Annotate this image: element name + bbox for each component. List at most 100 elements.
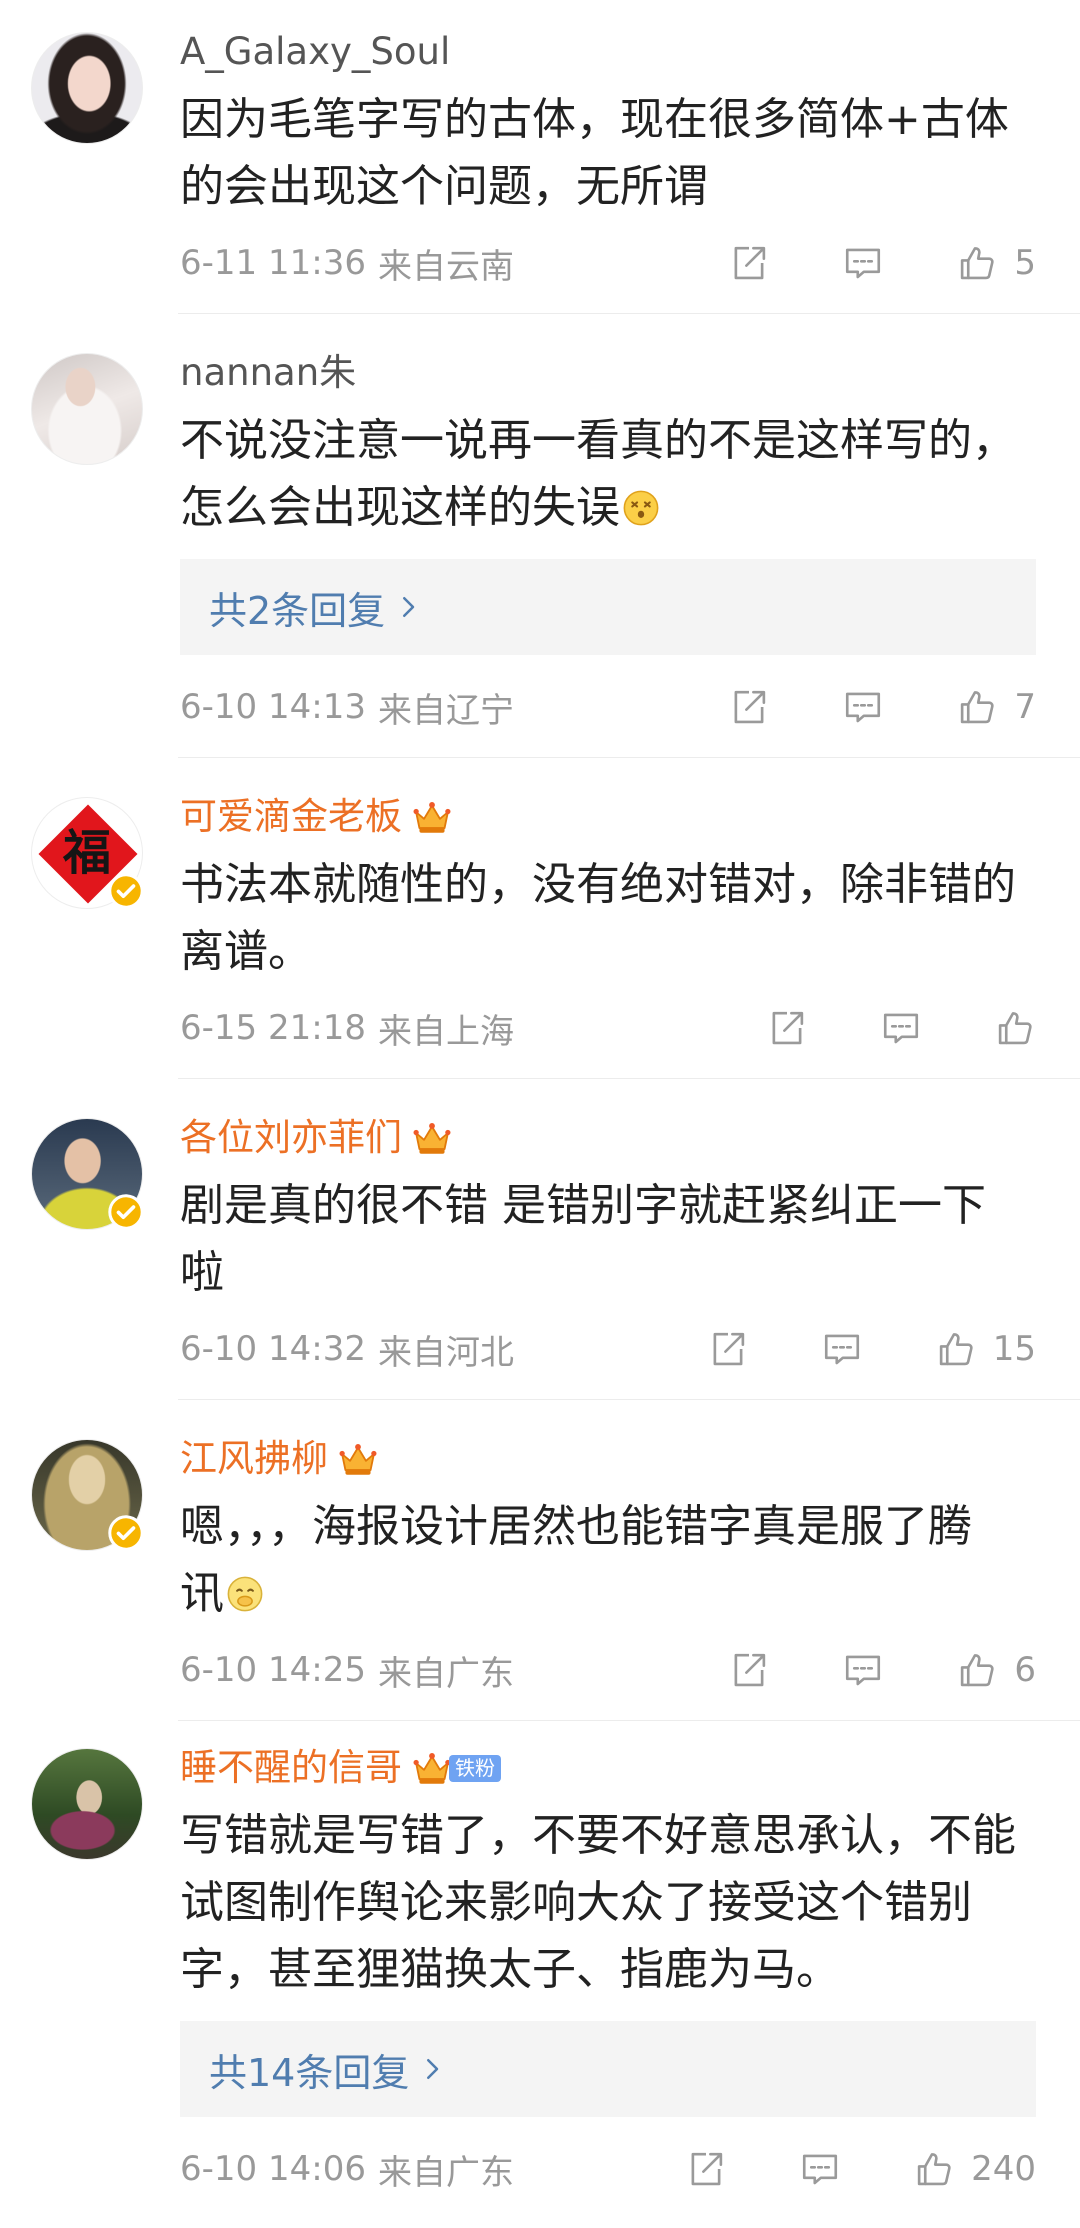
verified-badge-icon — [108, 1515, 144, 1551]
comment-time: 6-11 11:36 — [180, 243, 366, 283]
comment-text: 写错就是写错了，不要不好意思承认，不能 试图制作舆论来影响大众了接受这个错别 字… — [180, 1802, 1036, 2003]
comment-text: 剧是真的很不错 是错别字就赶紧纠正一下 啦 — [180, 1172, 1036, 1306]
comment-text: 不说没注意一说再一看真的不是这样写的， 怎么会出现这样的失误 — [180, 407, 1036, 541]
comment-time: 6-10 14:13 — [180, 687, 366, 727]
fan-badge[interactable]: 铁粉 — [449, 1754, 501, 1782]
comment-text-line: 讯 — [180, 1560, 1036, 1627]
dizzy-face-emoji-icon — [623, 490, 659, 526]
comment-text-line: 因为毛笔字写的古体，现在很多简体+古体 — [180, 94, 1009, 145]
like-button[interactable]: 15 — [935, 1328, 1036, 1370]
share-button[interactable] — [707, 1328, 749, 1370]
comment-item: nannan朱 不说没注意一说再一看真的不是这样写的， 怎么会出现这样的失误 共… — [0, 314, 1080, 757]
comment-header: 江风拂柳 — [180, 1437, 1036, 1481]
comment-icon — [799, 2148, 841, 2190]
comment-header: 各位刘亦菲们 — [180, 1116, 1036, 1160]
comment-icon — [880, 1007, 922, 1049]
vip-crown-icon[interactable] — [338, 1441, 378, 1478]
thumb-up-icon — [956, 686, 998, 728]
like-count: 5 — [1014, 243, 1036, 283]
reply-button[interactable] — [842, 686, 884, 728]
comment-actions: 15 — [707, 1328, 1036, 1370]
like-button[interactable]: 6 — [956, 1649, 1036, 1691]
comment-meta: 6-10 14:06 来自广东 240 — [180, 2147, 1036, 2193]
share-button[interactable] — [685, 2148, 727, 2190]
comment-text-line: 啦 — [180, 1247, 224, 1298]
comment-text-line: 离谱。 — [180, 926, 312, 977]
thumb-up-icon — [935, 1328, 977, 1370]
avatar-image — [31, 32, 143, 144]
comment-item: 睡不醒的信哥 铁粉 写错就是写错了，不要不好意思承认，不能 试图制作舆论来影响大… — [0, 1721, 1080, 2193]
vip-crown-icon[interactable] — [412, 1120, 452, 1157]
like-button[interactable]: 240 — [913, 2148, 1036, 2190]
comment-item: A_Galaxy_Soul 因为毛笔字写的古体，现在很多简体+古体 的会出现这个… — [0, 0, 1080, 313]
share-button[interactable] — [728, 1649, 770, 1691]
share-icon — [728, 1649, 770, 1691]
view-replies-button[interactable]: 共14条回复 — [180, 2021, 1036, 2117]
like-count: 7 — [1014, 687, 1036, 727]
comment-text-line: 字，甚至狸猫换太子、指鹿为马。 — [180, 1944, 840, 1995]
comment-text-line: 书法本就随性的，没有绝对错对，除非错的 — [180, 859, 1016, 910]
comment-text-line: 怎么会出现这样的失误 — [180, 474, 1036, 541]
like-count: 15 — [992, 1329, 1036, 1369]
like-button[interactable]: 5 — [956, 242, 1036, 284]
comment-text: 书法本就随性的，没有绝对错对，除非错的 离谱。 — [180, 851, 1036, 985]
view-replies-button[interactable]: 共2条回复 — [180, 559, 1036, 655]
thumb-up-icon — [956, 1649, 998, 1691]
username[interactable]: nannan朱 — [180, 351, 356, 395]
user-avatar[interactable]: 福 — [31, 797, 143, 909]
comment-item: 江风拂柳 嗯，，，海报设计居然也能错字真是服了腾 讯 6-10 14:25 来自… — [0, 1400, 1080, 1720]
comment-text-line: 剧是真的很不错 是错别字就赶紧纠正一下 — [180, 1180, 986, 1231]
comment-location: 来自广东 — [377, 2152, 514, 2193]
comment-text: 嗯，，，海报设计居然也能错字真是服了腾 讯 — [180, 1493, 1036, 1627]
reply-button[interactable] — [821, 1328, 863, 1370]
replies-count-label: 共2条回复 — [209, 588, 386, 633]
comment-meta: 6-11 11:36 来自云南 5 — [180, 239, 1036, 288]
comment-text-line: 试图制作舆论来影响大众了接受这个错别 — [180, 1877, 972, 1928]
username[interactable]: 可爱滴金老板 — [180, 795, 402, 839]
comment-actions: 240 — [685, 2148, 1036, 2190]
reply-button[interactable] — [842, 1649, 884, 1691]
like-button[interactable] — [994, 1007, 1036, 1049]
share-button[interactable] — [728, 242, 770, 284]
comment-icon — [842, 1649, 884, 1691]
user-avatar[interactable] — [31, 1118, 143, 1230]
share-button[interactable] — [728, 686, 770, 728]
share-icon — [707, 1328, 749, 1370]
comment-info: 6-10 14:32 来自河北 — [180, 1325, 514, 1374]
like-button[interactable]: 7 — [956, 686, 1036, 728]
comment-time: 6-10 14:25 — [180, 1650, 366, 1690]
user-avatar[interactable] — [31, 32, 143, 144]
verified-badge-icon — [108, 1194, 144, 1230]
vip-crown-icon[interactable] — [412, 1750, 452, 1787]
comment-meta: 6-10 14:25 来自广东 6 — [180, 1648, 1036, 1694]
comment-actions: 6 — [728, 1649, 1036, 1691]
reply-button[interactable] — [880, 1007, 922, 1049]
comment-item: 各位刘亦菲们 剧是真的很不错 是错别字就赶紧纠正一下 啦 6-10 14:32 … — [0, 1079, 1080, 1399]
reply-button[interactable] — [799, 2148, 841, 2190]
avatar-image — [31, 353, 143, 465]
share-icon — [728, 686, 770, 728]
hand-over-mouth-face-emoji-icon — [227, 1576, 263, 1612]
chevron-right-icon — [393, 592, 423, 622]
username[interactable]: 各位刘亦菲们 — [180, 1116, 402, 1160]
comment-meta: 6-15 21:18 来自上海 — [180, 1006, 1036, 1052]
user-avatar[interactable] — [31, 353, 143, 465]
comment-meta: 6-10 14:13 来自辽宁 7 — [180, 685, 1036, 731]
comment-info: 6-11 11:36 来自云南 — [180, 239, 514, 288]
reply-button[interactable] — [842, 242, 884, 284]
username[interactable]: 江风拂柳 — [180, 1437, 328, 1481]
comment-actions: 7 — [728, 686, 1036, 728]
share-button[interactable] — [766, 1007, 808, 1049]
username[interactable]: A_Galaxy_Soul — [180, 30, 450, 74]
comment-location: 来自辽宁 — [377, 690, 514, 731]
comment-location: 来自河北 — [377, 1332, 514, 1373]
vip-crown-icon[interactable] — [412, 799, 452, 836]
comment-header: 可爱滴金老板 — [180, 795, 1036, 839]
share-icon — [766, 1007, 808, 1049]
replies-count-label: 共14条回复 — [209, 2050, 410, 2095]
user-avatar[interactable] — [31, 1748, 143, 1860]
username[interactable]: 睡不醒的信哥 — [180, 1746, 402, 1790]
comment-icon — [842, 686, 884, 728]
user-avatar[interactable] — [31, 1439, 143, 1551]
share-icon — [685, 2148, 727, 2190]
